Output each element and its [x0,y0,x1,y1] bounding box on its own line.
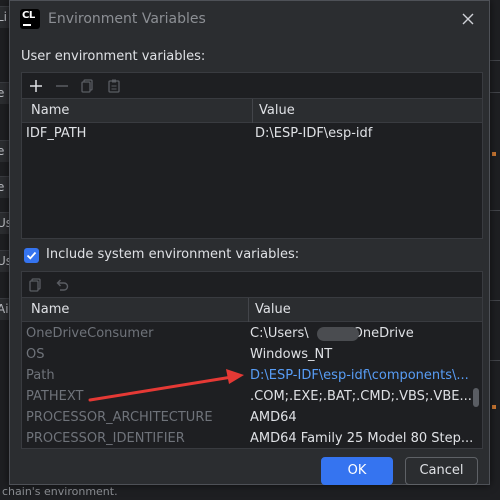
close-icon[interactable] [461,12,475,26]
background-fragment: Li [0,6,9,28]
variable-value: D:\ESP-IDF\esp-idf [255,126,373,141]
background-left-strip: Li e e e Us Us Ai [0,0,9,500]
background-right-strip [490,0,500,500]
column-header-name[interactable]: Name [31,99,69,123]
user-vars-table: Name Value IDF_PATH D:\ESP-IDF\esp-idf [21,72,483,239]
table-row[interactable]: IDF_PATH D:\ESP-IDF\esp-idf [22,123,482,144]
background-fragment: Us [0,250,9,272]
variable-value: Windows_NT [250,347,333,362]
user-vars-header: Name Value [22,99,482,123]
variable-name: Path [26,368,55,383]
variable-value: AMD64 [250,410,297,425]
ok-button[interactable]: OK [321,457,393,485]
background-fragment: e [0,176,9,198]
system-vars-toolbar [22,272,482,298]
copy-icon[interactable] [79,77,97,95]
redacted-username [317,327,359,341]
remove-icon[interactable] [53,77,71,95]
dialog-title: Environment Variables [48,11,206,27]
paste-icon[interactable] [105,77,123,95]
environment-variables-dialog: CL Environment Variables User environmen… [9,0,490,485]
variable-value: C:\Users\ OneDrive [250,326,414,341]
variable-name: IDF_PATH [26,126,87,141]
variable-value-path: D:\ESP-IDF\esp-idf\components\... [250,368,469,383]
add-icon[interactable] [27,77,45,95]
table-row[interactable]: PATHEXT .COM;.EXE;.BAT;.CMD;.VBS;.VBE... [22,386,482,407]
include-system-vars-label: Include system environment variables: [46,247,300,262]
vertical-scrollbar[interactable] [473,388,479,407]
column-header-value[interactable]: Value [259,99,295,123]
system-vars-header: Name Value [22,298,482,322]
dialog-titlebar: CL Environment Variables [10,1,489,39]
column-header-value[interactable]: Value [255,298,291,322]
table-row[interactable]: OS Windows_NT [22,344,482,365]
variable-name: PATHEXT [26,389,84,404]
variable-value: .COM;.EXE;.BAT;.CMD;.VBS;.VBE... [250,389,472,404]
variable-value: AMD64 Family 25 Model 80 Step... [250,431,474,446]
variable-name: PROCESSOR_ARCHITECTURE [26,410,213,425]
user-vars-label: User environment variables: [21,49,206,64]
background-fragment: e [0,140,9,162]
clion-app-icon: CL [20,9,40,29]
cancel-button[interactable]: Cancel [405,457,478,485]
system-vars-table: Name Value OneDriveConsumer C:\Users\ One… [21,271,483,449]
column-header-name[interactable]: Name [31,298,69,322]
background-fragment: e [0,82,9,104]
variable-name: OneDriveConsumer [26,326,154,341]
undo-icon[interactable] [53,276,71,294]
variable-name: PROCESSOR_IDENTIFIER [26,431,185,446]
user-vars-toolbar [22,73,482,99]
background-fragment: Us [0,212,9,234]
checkbox-checked-icon[interactable] [24,248,39,263]
table-row[interactable]: PROCESSOR_IDENTIFIER AMD64 Family 25 Mod… [22,428,482,449]
copy-icon[interactable] [27,276,45,294]
table-row[interactable]: Path D:\ESP-IDF\esp-idf\components\... [22,365,482,386]
variable-name: OS [26,347,45,362]
table-row[interactable]: PROCESSOR_ARCHITECTURE AMD64 [22,407,482,428]
table-row[interactable]: OneDriveConsumer C:\Users\ OneDrive [22,323,482,344]
background-fragment: Ai [0,298,9,320]
